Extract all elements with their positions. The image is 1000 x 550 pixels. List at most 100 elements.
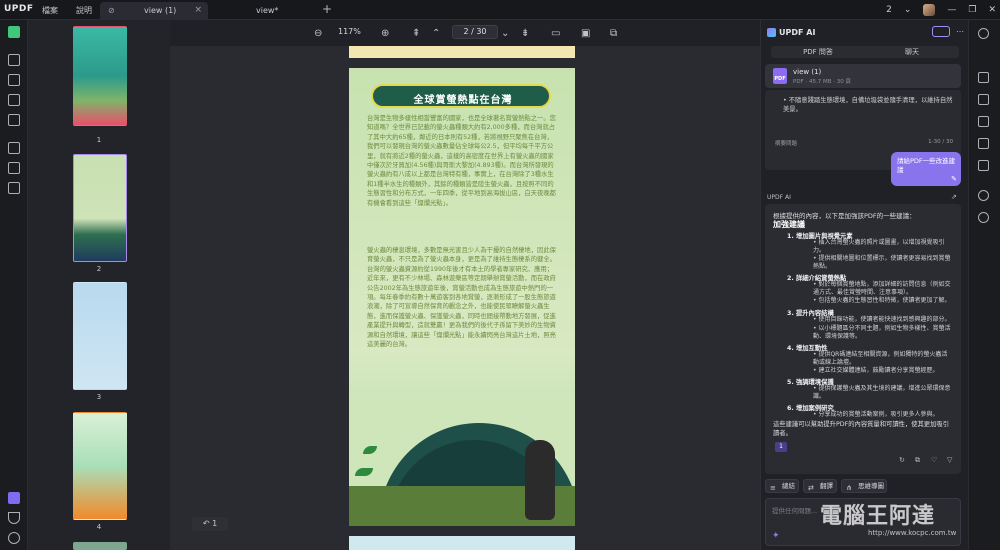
comment-view-icon[interactable]: ▭ <box>551 28 560 39</box>
settings-icon[interactable]: ⋯ <box>956 27 964 36</box>
close-icon[interactable]: × <box>194 5 202 15</box>
prev-page-icon[interactable]: ⌃ <box>432 28 440 39</box>
bookmark-icon[interactable] <box>8 512 20 524</box>
attachment-icon[interactable] <box>8 532 20 544</box>
reader-icon[interactable] <box>8 26 20 38</box>
page-reference-badge[interactable]: 1 <box>775 442 787 452</box>
save-icon[interactable] <box>978 160 989 171</box>
reply-bullet: • 提供保護螢火蟲及其生境的建議，增進公眾環保意識。 <box>813 385 951 401</box>
last-page-icon[interactable]: ⇟ <box>521 28 529 39</box>
bear-illustration <box>525 440 555 520</box>
chip-label: 思維導圖 <box>858 482 884 490</box>
regenerate-icon[interactable]: ↻ <box>899 456 905 464</box>
protect-icon[interactable] <box>8 142 20 154</box>
next-page-icon[interactable]: ⌄ <box>501 28 509 39</box>
page-heading: 全球賞螢熱點在台灣 <box>413 95 513 106</box>
ai-tab-bar: PDF 問答 聊天 <box>771 46 959 58</box>
viewer-toolbar: ⊖ 117% ⊕ ⇞ ⌃ 2 / 30 ⌄ ⇟ ▭ ▣ ⧉ <box>170 20 760 46</box>
copy-icon[interactable]: ⧉ <box>915 456 920 465</box>
next-page <box>349 536 575 550</box>
menu-file[interactable]: 檔案 <box>42 5 58 16</box>
thumbnail-page-2[interactable] <box>73 154 127 262</box>
user-message-text: 請給PDF一些改進建議 <box>897 157 956 174</box>
thumbs-down-icon[interactable]: ▽ <box>947 456 952 464</box>
chevron-down-icon[interactable]: ⌄ <box>904 5 912 15</box>
ai-mode-toggle[interactable] <box>932 26 950 37</box>
export-icon[interactable] <box>978 94 989 105</box>
tab-view[interactable]: view* <box>210 2 316 20</box>
undo-icon[interactable] <box>978 190 989 201</box>
body-paragraph: 螢火蟲的棲息環境，多數是無光害且少人為干擾的自然棲地，因此保育螢火蟲，不只是為了… <box>367 247 556 349</box>
thumbnail-page-5[interactable] <box>73 542 127 550</box>
search-icon[interactable] <box>978 28 989 39</box>
stamp-icon[interactable] <box>8 162 20 174</box>
page-input[interactable]: 2 / 30 <box>452 25 498 39</box>
menu-help[interactable]: 說明 <box>76 5 92 16</box>
edit-message-icon[interactable]: ✎ <box>951 175 957 183</box>
thumbnail-page-1[interactable] <box>73 26 127 126</box>
mail-icon[interactable] <box>978 138 989 149</box>
page-count-indicator[interactable]: 2 <box>886 5 892 15</box>
watermark: 電腦王阿達 <box>820 504 936 529</box>
reply-bullet: • 建立社交媒體連結，鼓勵讀者分享賞螢經歷。 <box>813 367 939 374</box>
updf-ai-icon <box>767 28 776 37</box>
summarize-button[interactable]: ≡ 總結 <box>765 479 799 493</box>
prompt-icon[interactable]: ✦ <box>772 531 780 541</box>
presentation-icon[interactable]: ▣ <box>581 28 590 39</box>
thumbnail-panel: 1 2 3 4 <box>28 20 170 550</box>
restore-icon[interactable]: ❐ <box>968 5 976 15</box>
reply-conclusion: 這些建議可以幫助提升PDF的內容質量和可讀性，使其更加吸引讀者。 <box>773 421 949 437</box>
ai-icon[interactable] <box>8 492 20 504</box>
leaf-illustration <box>355 468 373 476</box>
zoom-in-icon[interactable]: ⊕ <box>381 28 389 39</box>
zoom-level[interactable]: 117% <box>338 27 361 36</box>
minimize-icon[interactable]: — <box>947 5 956 15</box>
edit-icon[interactable] <box>8 74 20 86</box>
leaf-illustration <box>363 446 377 454</box>
mindmap-icon: ⋔ <box>846 484 852 492</box>
body-paragraph: 台灣是生物多樣性相當豐富的國家，也是全球著名賞螢熱點之一。您知道嗎？全世界已記載… <box>367 115 556 207</box>
ai-panel: UPDF AI ⋯ PDF 問答 聊天 PDF view (1) PDF · 4… <box>760 20 968 550</box>
first-page-icon[interactable]: ⇞ <box>412 28 420 39</box>
thumbnail-page-4[interactable] <box>73 412 127 520</box>
pdf-page: 全球賞螢熱點在台灣 台灣是生物多樣性相當豐富的國家，也是全球著名賞螢熱點之一。您… <box>349 68 575 526</box>
mindmap-button[interactable]: ⋔ 思維導圖 <box>841 479 887 493</box>
ai-panel-title: UPDF AI <box>779 28 816 37</box>
undo-button[interactable]: ↶ 1 <box>192 517 228 531</box>
reply-bullet: • 以小標題區分不同主題，例如生物多樣性、賞螢活動、環境保護等。 <box>813 325 951 341</box>
title-bar: UPDF 檔案 說明 ⊘ view (1) × view* + 2 ⌄ — ❐ … <box>0 0 1000 20</box>
thumbs-up-icon[interactable]: ♡ <box>931 456 937 464</box>
comment-icon[interactable] <box>8 54 20 66</box>
ocr-icon[interactable] <box>978 72 989 83</box>
watermark-url: http://www.kocpc.com.tw <box>868 529 957 537</box>
reply-bullet: • 提供相關地圖和位置標示，使讀者更容易找到賞螢熱點。 <box>813 255 951 271</box>
share-icon[interactable] <box>978 116 989 127</box>
page-layout-icon[interactable]: ⧉ <box>610 28 617 39</box>
translate-icon: ⇄ <box>808 484 814 492</box>
avatar[interactable] <box>923 4 936 16</box>
tab-view-1[interactable]: ⊘ view (1) × <box>100 2 208 20</box>
organize-icon[interactable] <box>8 94 20 106</box>
chip-label: 翻譯 <box>820 482 833 490</box>
reply-bullet: • 插入台灣螢火蟲的照片或圖畫，以增加視覺吸引力。 <box>813 239 945 255</box>
window-controls: 2 ⌄ — ❐ ✕ <box>886 2 996 18</box>
external-link-icon[interactable]: ⇗ <box>951 193 957 201</box>
answer-text: • 不隨意踐踏生態環境，自備垃圾袋並隨手清理，以維持自然美景。 <box>783 97 953 113</box>
redo-icon[interactable] <box>978 212 989 223</box>
layers-icon[interactable] <box>8 182 20 194</box>
window-close-icon[interactable]: ✕ <box>988 5 996 15</box>
thumbnail-page-3[interactable] <box>73 282 127 390</box>
page-banner: 全球賞螢熱點在台灣 <box>371 84 551 108</box>
document-icon: ⊘ <box>108 6 115 15</box>
thumbnail-number: 2 <box>96 265 102 273</box>
file-meta: PDF · 45.7 MB · 30 頁 <box>793 79 851 85</box>
convert-icon[interactable] <box>8 114 20 126</box>
translate-button[interactable]: ⇄ 翻譯 <box>803 479 837 493</box>
answer-page-range: 1-30 / 30 <box>928 139 953 145</box>
add-tab-button[interactable]: + <box>322 2 332 16</box>
zoom-out-icon[interactable]: ⊖ <box>314 28 322 39</box>
thumbnail-number: 4 <box>96 523 102 531</box>
tab-chat[interactable]: 聊天 <box>865 47 959 57</box>
attached-file-card: PDF view (1) PDF · 45.7 MB · 30 頁 <box>765 64 961 88</box>
tab-pdf-qa[interactable]: PDF 問答 <box>771 47 865 57</box>
